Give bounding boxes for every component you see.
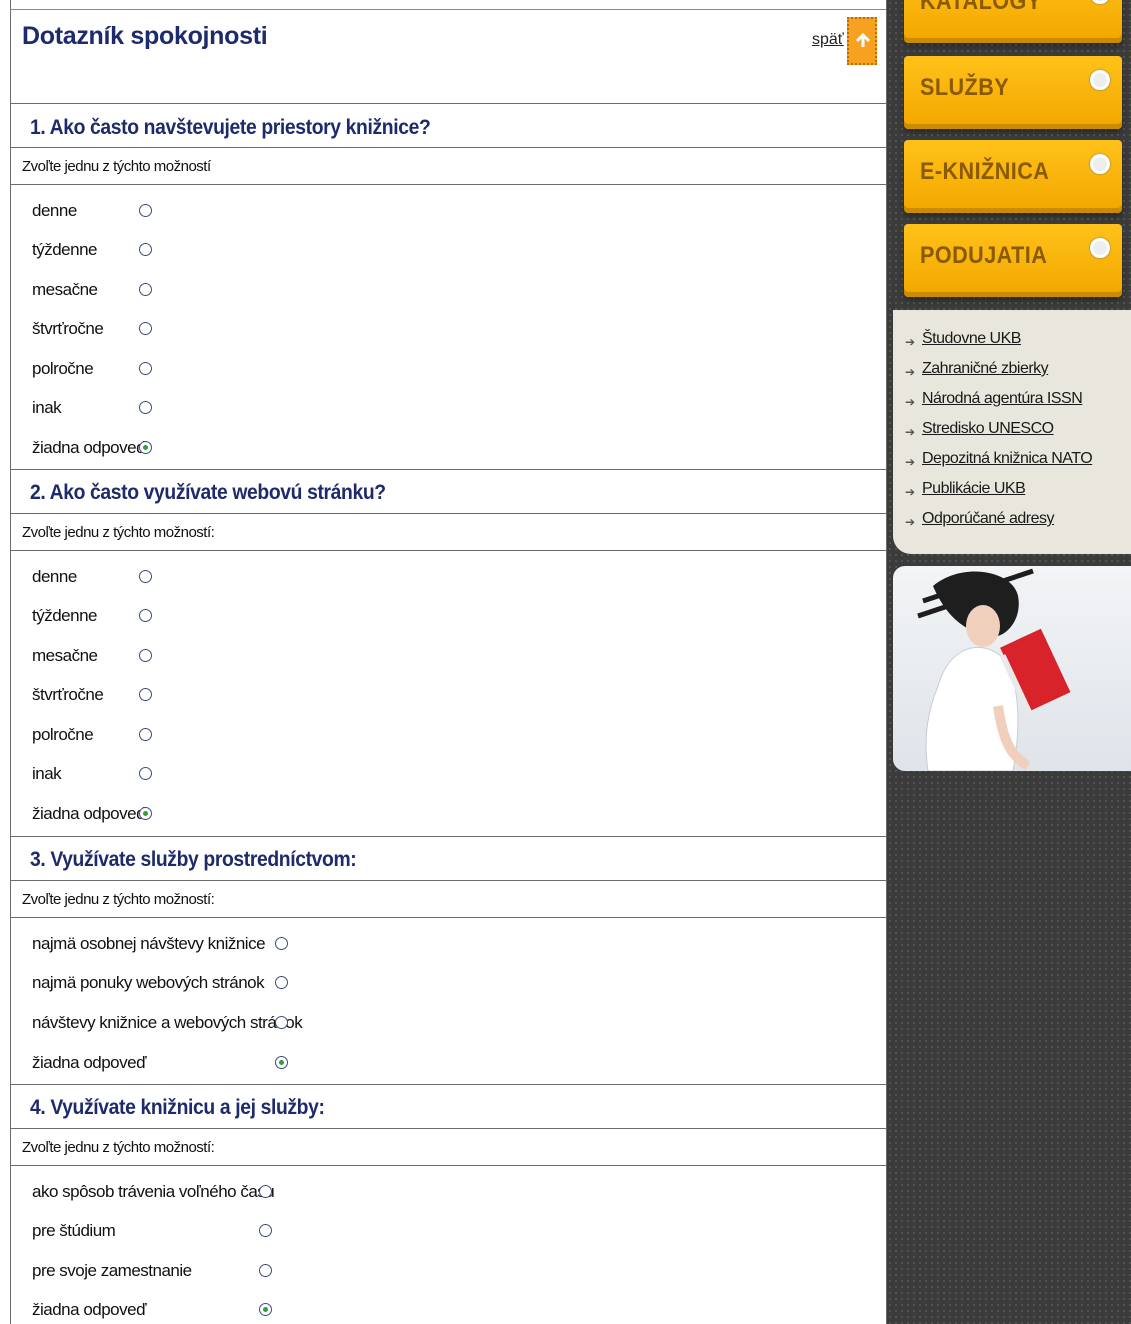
q4-option-label: pre svoje zamestnanie	[32, 1261, 192, 1280]
divider	[10, 513, 886, 514]
q1-radio-inak[interactable]	[139, 401, 152, 414]
link-publikacie[interactable]: Publikácie UKB	[922, 480, 1026, 498]
page-title: Dotazník spokojnosti	[22, 22, 268, 50]
q2-radio-inak[interactable]	[139, 767, 152, 780]
menu-sluzby[interactable]: SLUŽBY	[904, 56, 1122, 124]
q4-radio-studium[interactable]	[259, 1224, 272, 1237]
question-3-hint: Zvoľte jednu z týchto možností:	[22, 891, 215, 908]
q1-option-label: žiadna odpoveď	[32, 438, 147, 457]
q2-radio-stvrtrocne[interactable]	[139, 688, 152, 701]
q4-radio-volny-cas[interactable]	[259, 1185, 272, 1198]
divider	[10, 550, 886, 551]
question-3-title: 3. Využívate služby prostredníctvom:	[30, 848, 357, 871]
q1-option-label: polročne	[32, 359, 94, 378]
menu-bullet-icon	[1090, 238, 1110, 258]
q3-option-label: žiadna odpoveď	[32, 1053, 147, 1072]
menu-podujatia[interactable]: PODUJATIA	[904, 224, 1122, 292]
divider	[10, 836, 886, 837]
arrow-icon: ➔	[905, 335, 916, 349]
q2-radio-tyzdenne[interactable]	[139, 609, 152, 622]
divider	[10, 147, 886, 148]
menu-label: SLUŽBY	[920, 74, 1010, 101]
menu-bullet-icon	[1090, 0, 1110, 4]
menu-label: E-KNIŽNICA	[920, 158, 1050, 185]
link-studovne[interactable]: Študovne UKB	[922, 330, 1021, 348]
q3-radio-web[interactable]	[275, 976, 288, 989]
question-1-title: 1. Ako často navštevujete priestory kniž…	[30, 116, 431, 139]
menu-e-kniznica[interactable]: E-KNIŽNICA	[904, 140, 1122, 208]
menu-label: PODUJATIA	[920, 242, 1048, 269]
divider	[10, 103, 886, 104]
q1-option-label: mesačne	[32, 280, 98, 299]
q2-radio-ziadna[interactable]	[139, 807, 152, 820]
question-1-hint: Zvoľte jednu z týchto možností	[22, 158, 211, 175]
q1-radio-denne[interactable]	[139, 204, 152, 217]
q3-option-label: najmä osobnej návštevy knižnice	[32, 934, 266, 953]
question-4-hint: Zvoľte jednu z týchto možností:	[22, 1139, 215, 1156]
arrow-icon: ➔	[905, 365, 916, 379]
q2-option-label: inak	[32, 764, 62, 783]
question-4-title: 4. Využívate knižnicu a jej služby:	[30, 1096, 325, 1119]
q1-option-label: inak	[32, 398, 62, 417]
link-adresy[interactable]: Odporúčané adresy	[922, 510, 1055, 528]
arrow-icon: ➔	[905, 485, 916, 499]
link-nato[interactable]: Depozitná knižnica NATO	[922, 450, 1093, 468]
top-border	[10, 9, 886, 10]
q2-option-label: polročne	[32, 725, 94, 744]
arrow-icon: ➔	[905, 515, 916, 529]
q1-radio-polrocne[interactable]	[139, 362, 152, 375]
back-link[interactable]: späť	[812, 31, 844, 49]
divider	[10, 469, 886, 470]
q1-radio-tyzdenne[interactable]	[139, 243, 152, 256]
question-2-hint: Zvoľte jednu z týchto možností:	[22, 524, 215, 541]
q2-option-label: mesačne	[32, 646, 98, 665]
q1-option-label: denne	[32, 201, 77, 220]
promo-photo	[893, 566, 1131, 771]
q3-radio-osobne[interactable]	[275, 937, 288, 950]
divider	[10, 1165, 886, 1166]
survey-panel	[10, 0, 887, 1324]
q2-option-label: týždenne	[32, 606, 98, 625]
back-arrow-icon[interactable]	[847, 17, 877, 65]
q3-radio-ziadna[interactable]	[275, 1056, 288, 1069]
question-2-title: 2. Ako často využívate webovú stránku?	[30, 481, 386, 504]
q3-option-label: najmä ponuky webových stránok	[32, 973, 265, 992]
divider	[10, 184, 886, 185]
q2-radio-denne[interactable]	[139, 570, 152, 583]
link-issn[interactable]: Národná agentúra ISSN	[922, 390, 1083, 408]
q3-option-label: návštevy knižnice a webových stránok	[32, 1013, 303, 1032]
menu-label: KATALÓGY	[920, 0, 1042, 15]
q2-option-label: denne	[32, 567, 77, 586]
q2-radio-mesacne[interactable]	[139, 649, 152, 662]
arrow-icon: ➔	[905, 395, 916, 409]
arrow-icon: ➔	[905, 425, 916, 439]
menu-katalogy[interactable]: KATALÓGY	[904, 0, 1122, 38]
q3-radio-oboje[interactable]	[275, 1016, 288, 1029]
q2-radio-polrocne[interactable]	[139, 728, 152, 741]
q4-radio-ziadna[interactable]	[259, 1303, 272, 1316]
divider	[10, 1128, 886, 1129]
arrow-icon: ➔	[905, 455, 916, 469]
q4-option-label: pre štúdium	[32, 1221, 116, 1240]
divider	[10, 880, 886, 881]
q2-option-label: žiadna odpoveď	[32, 804, 147, 823]
q4-radio-zamestnanie[interactable]	[259, 1264, 272, 1277]
link-unesco[interactable]: Stredisko UNESCO	[922, 420, 1054, 438]
q4-option-label: ako spôsob trávenia voľného času	[32, 1182, 275, 1201]
divider	[10, 1084, 886, 1085]
menu-bullet-icon	[1090, 154, 1110, 174]
q1-option-label: štvrťročne	[32, 319, 104, 338]
link-zahranicne[interactable]: Zahraničné zbierky	[922, 360, 1049, 378]
q1-radio-ziadna[interactable]	[139, 441, 152, 454]
menu-bullet-icon	[1090, 70, 1110, 90]
divider	[10, 917, 886, 918]
q1-radio-mesacne[interactable]	[139, 283, 152, 296]
q1-option-label: týždenne	[32, 240, 98, 259]
q2-option-label: štvrťročne	[32, 685, 104, 704]
q4-option-label: žiadna odpoveď	[32, 1300, 147, 1319]
q1-radio-stvrtrocne[interactable]	[139, 322, 152, 335]
